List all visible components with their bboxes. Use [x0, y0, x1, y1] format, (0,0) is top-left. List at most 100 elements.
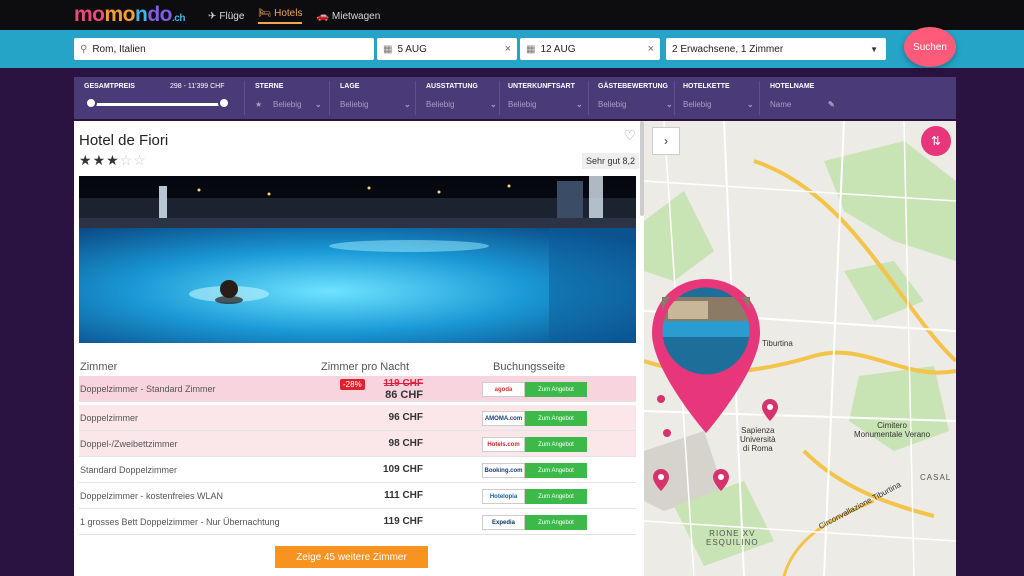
- room-row[interactable]: Standard Doppelzimmer 109 CHF Booking.co…: [79, 457, 636, 483]
- star-icon: ★: [255, 100, 263, 109]
- collapse-map-button[interactable]: ›: [652, 127, 680, 155]
- nav-cars-label: Mietwagen: [331, 10, 381, 22]
- chevron-down-icon: ⌄: [747, 100, 754, 109]
- deal-button[interactable]: Zum Angebot: [525, 411, 587, 426]
- calendar-icon: ▦: [526, 43, 536, 55]
- top-nav: momondo.ch ✈ Flüge 🛏 Hotels 🚗 Mietwagen: [0, 0, 1024, 30]
- rating-badge: Sehr gut 8,2: [582, 153, 640, 169]
- price-slider-max-handle[interactable]: [218, 97, 230, 109]
- nav-flights[interactable]: ✈ Flüge: [208, 8, 244, 24]
- room-row[interactable]: Doppelzimmer - Standard Zimmer -28% 119 …: [79, 376, 636, 402]
- guests-select[interactable]: 2 Erwachsene, 1 Zimmer ▼: [666, 38, 886, 60]
- provider-logo: agoda: [482, 382, 525, 397]
- property-type-filter-label: UNTERKUNFTSART: [508, 83, 575, 90]
- stars-filter-label: STERNE: [255, 83, 284, 90]
- divider: [588, 81, 589, 115]
- discount-badge: -28%: [340, 379, 365, 390]
- property-type-filter-value: Beliebig: [508, 100, 537, 109]
- star-icon: ★: [106, 152, 120, 168]
- main-nav: ✈ Flüge 🛏 Hotels 🚗 Mietwagen: [208, 8, 380, 24]
- map-pin-icon[interactable]: [657, 395, 665, 403]
- provider-logo: Booking.com: [482, 463, 525, 478]
- hotel-photo[interactable]: [79, 176, 636, 343]
- map-filter-button[interactable]: ⇅: [921, 126, 951, 156]
- hotel-name[interactable]: Hotel de Fiori: [79, 132, 168, 149]
- deal-button[interactable]: Zum Angebot: [525, 515, 587, 530]
- car-icon: 🚗: [316, 10, 329, 22]
- amenities-filter-label: AUSSTATTUNG: [426, 83, 478, 90]
- destination-value: Rom, Italien: [92, 43, 146, 55]
- momondo-logo[interactable]: momondo.ch: [74, 3, 185, 27]
- room-name: Standard Doppelzimmer: [80, 465, 178, 475]
- bed-icon: 🛏: [258, 8, 272, 19]
- star-icon: ★: [92, 152, 107, 168]
- deal-button[interactable]: Zum Angebot: [525, 463, 587, 478]
- checkout-input[interactable]: ▦ 12 AUG ×: [520, 38, 660, 60]
- price-range-value: 298 - 11'399 CHF: [170, 83, 225, 90]
- star-icon: ★: [79, 152, 93, 168]
- stars-filter-value: Beliebig: [273, 100, 302, 109]
- booking-column-header: Buchungsseite: [493, 361, 566, 373]
- room-row[interactable]: Doppelzimmer - kostenfreies WLAN 111 CHF…: [79, 483, 636, 509]
- map-canvas: [644, 121, 956, 576]
- show-more-rooms-button[interactable]: Zeige 45 weitere Zimmer: [275, 546, 428, 568]
- price-slider-track[interactable]: [90, 103, 228, 106]
- price-slider-min-handle[interactable]: [85, 97, 97, 109]
- share-icon: ⇅: [930, 134, 942, 148]
- room-price: 98 CHF: [388, 438, 423, 449]
- room-price: 96 CHF: [388, 412, 423, 423]
- hotel-name-filter[interactable]: HOTELNAME Name ✎: [770, 83, 846, 109]
- hotel-chain-filter-label: HOTELKETTE: [683, 83, 730, 90]
- location-filter-value: Beliebig: [340, 100, 369, 109]
- room-name: Doppelzimmer: [80, 413, 139, 423]
- location-pin-icon: ⚲: [80, 43, 88, 55]
- stars-filter[interactable]: STERNE ★ Beliebig ⌄: [255, 83, 325, 109]
- hotel-chain-filter[interactable]: HOTELKETTE Beliebig ⌄: [683, 83, 755, 109]
- room-name: 1 grosses Bett Doppelzimmer - Nur Überna…: [80, 517, 280, 527]
- divider: [244, 81, 245, 115]
- clear-checkout-icon[interactable]: ×: [648, 43, 654, 55]
- room-row[interactable]: Doppelzimmer 96 CHF AMOMA.com Zum Angebo…: [79, 405, 636, 431]
- pencil-icon: ✎: [828, 100, 835, 109]
- old-price: 119 CHF: [383, 378, 423, 389]
- chevron-down-icon: ▼: [870, 44, 878, 54]
- hotel-chain-filter-value: Beliebig: [683, 100, 712, 109]
- pool-night-photo: [79, 176, 636, 343]
- chevron-down-icon: ⌄: [490, 100, 497, 109]
- provider-logo: AMOMA.com: [482, 411, 525, 426]
- amenities-filter-value: Beliebig: [426, 100, 455, 109]
- heart-icon[interactable]: ♡: [623, 127, 636, 144]
- destination-input[interactable]: ⚲ Rom, Italien: [74, 38, 374, 60]
- map-label-cimitero: Cimitero Monumentale Verano: [854, 421, 931, 439]
- hotel-name-filter-label: HOTELNAME: [770, 83, 815, 90]
- star-empty-icon: ☆: [133, 152, 147, 168]
- deal-button[interactable]: Zum Angebot: [525, 382, 587, 397]
- search-button[interactable]: Suchen: [904, 27, 956, 67]
- location-filter[interactable]: LAGE Beliebig ⌄: [340, 83, 411, 109]
- map-pin-icon[interactable]: [663, 429, 671, 437]
- divider: [759, 81, 760, 115]
- nav-hotels[interactable]: 🛏 Hotels: [258, 8, 303, 24]
- map-label-esquilino: RIONE XV ESQUILINO: [706, 529, 759, 547]
- checkin-input[interactable]: ▦ 5 AUG ×: [377, 38, 517, 60]
- deal-button[interactable]: Zum Angebot: [525, 489, 587, 504]
- amenities-filter[interactable]: AUSSTATTUNG Beliebig ⌄: [426, 83, 497, 109]
- room-name: Doppel-/Zweibettzimmer: [80, 439, 178, 449]
- divider: [329, 81, 330, 115]
- hotel-name-filter-value: Name: [770, 100, 792, 109]
- nav-hotels-label: Hotels: [274, 8, 303, 19]
- map-label-casal: CASAL: [920, 473, 952, 482]
- nav-cars[interactable]: 🚗 Mietwagen: [316, 8, 380, 24]
- clear-checkin-icon[interactable]: ×: [505, 43, 511, 55]
- guests-value: 2 Erwachsene, 1 Zimmer: [672, 43, 784, 55]
- checkin-value: 5 AUG: [397, 43, 427, 55]
- checkout-value: 12 AUG: [540, 43, 576, 55]
- divider: [415, 81, 416, 115]
- room-row[interactable]: Doppel-/Zweibettzimmer 98 CHF Hotels.com…: [79, 431, 636, 457]
- guest-rating-filter[interactable]: GÄSTEBEWERTUNG Beliebig ⌄: [598, 83, 673, 109]
- map-panel[interactable]: › ⇅ Tiburtina Sapienza Università di Rom…: [644, 121, 956, 576]
- room-row[interactable]: 1 grosses Bett Doppelzimmer - Nur Überna…: [79, 509, 636, 535]
- property-type-filter[interactable]: UNTERKUNFTSART Beliebig ⌄: [508, 83, 584, 109]
- map-label-tiburtina: Tiburtina: [762, 339, 793, 348]
- deal-button[interactable]: Zum Angebot: [525, 437, 587, 452]
